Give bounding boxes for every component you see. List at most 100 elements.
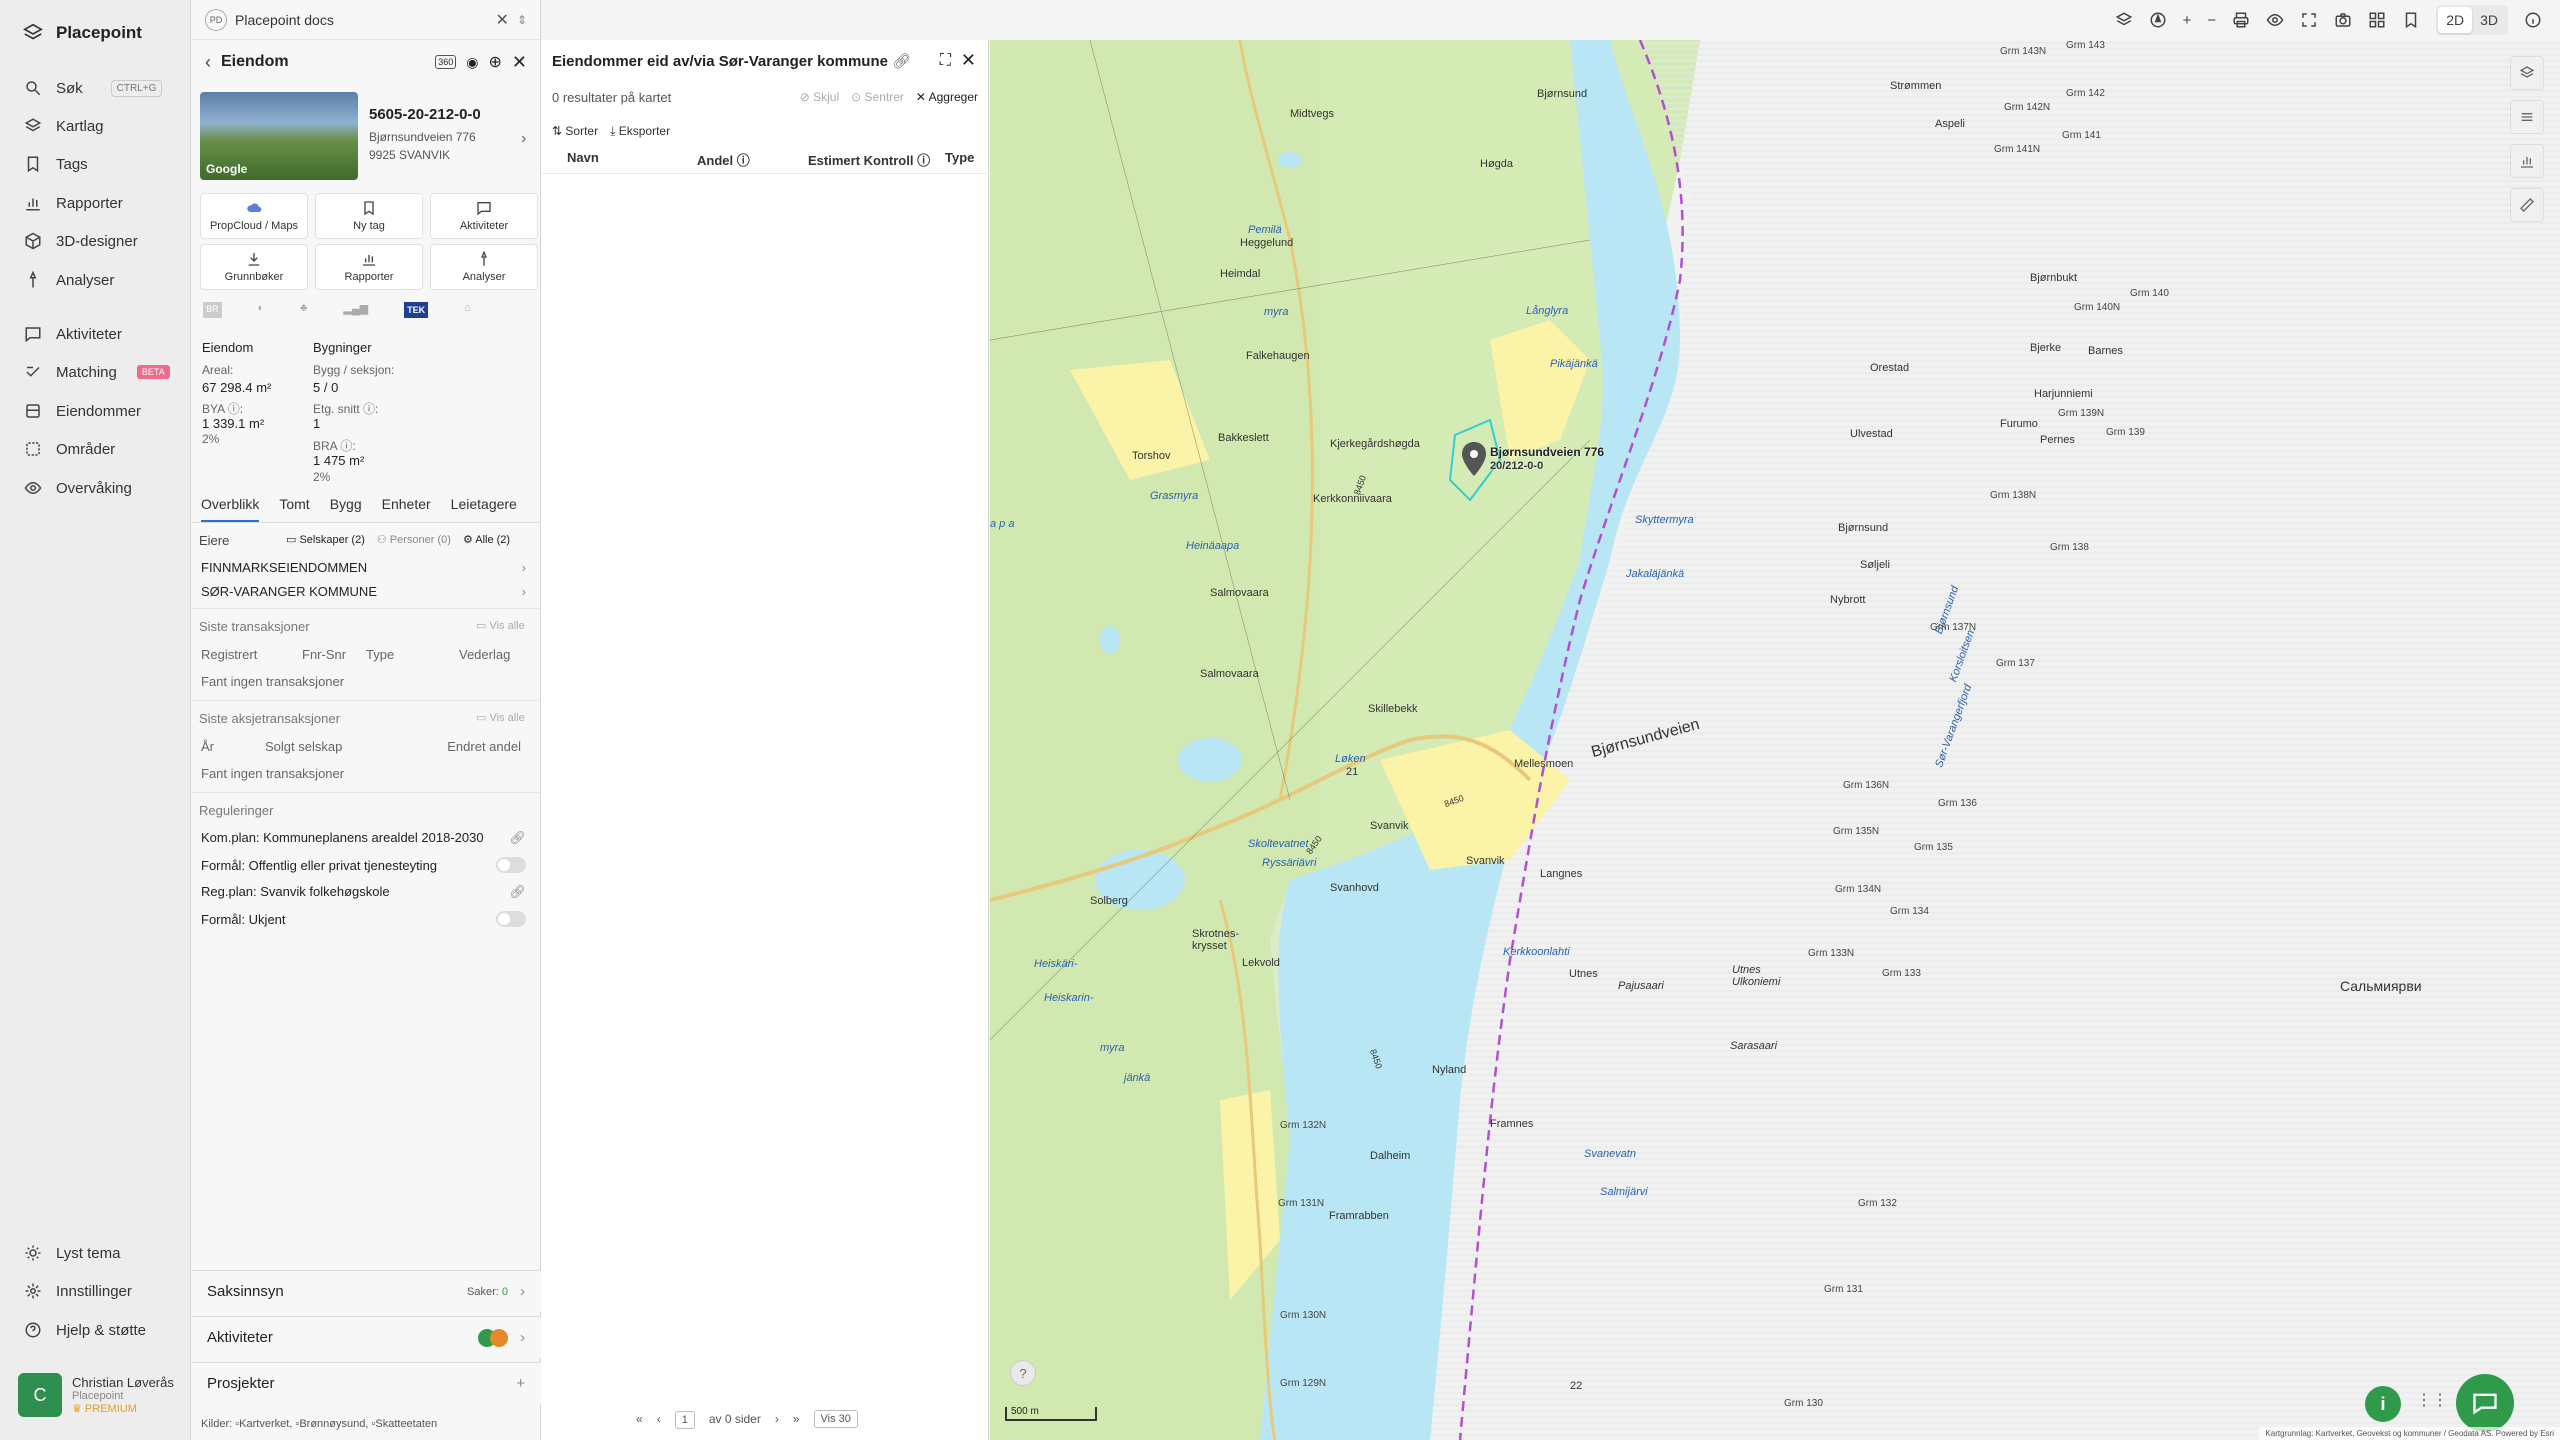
tab-leietagere[interactable]: Leietagere <box>451 496 517 522</box>
add-icon[interactable]: + <box>516 1375 525 1392</box>
link-icon[interactable]: 🔗︎ <box>509 884 526 900</box>
expand-tab-icon[interactable]: ⇕ <box>517 13 527 27</box>
regulation-row[interactable]: Kom.plan: Kommuneplanens arealdel 2018-2… <box>201 830 526 846</box>
nav-item-overvaking[interactable]: Overvåking <box>24 475 132 501</box>
fullscreen-icon[interactable] <box>2300 11 2318 29</box>
export-button[interactable]: ⤓ Eksporter <box>610 124 670 139</box>
filter-persons[interactable]: ⚇ Personer (0) <box>377 533 451 546</box>
mode-2d-button[interactable]: 2D <box>2438 7 2473 33</box>
first-page-icon[interactable]: « <box>636 1412 643 1426</box>
map-tool-filter[interactable] <box>2510 100 2544 134</box>
chevron-right-icon[interactable]: › <box>521 130 526 148</box>
grunnboker-button[interactable]: Grunnbøker <box>200 244 308 290</box>
map-tool-layers[interactable] <box>2510 56 2544 90</box>
last-page-icon[interactable]: » <box>793 1412 800 1426</box>
next-page-icon[interactable]: › <box>775 1412 779 1426</box>
new-tag-button[interactable]: Ny tag <box>315 193 423 239</box>
zoom-in-icon[interactable]: + <box>2183 12 2192 29</box>
signal-icon[interactable]: ▂▄▆ <box>343 302 368 318</box>
close-icon[interactable]: ✕ <box>512 52 527 73</box>
owner-row[interactable]: FINNMARKSEIENDOMMEN › <box>201 560 526 575</box>
aggregate-button[interactable]: ✕ Aggreger <box>916 90 978 104</box>
saksinnsyn-section[interactable]: Saksinnsyn Saker: 0 › <box>191 1270 541 1312</box>
nav-item-3d-designer[interactable]: 3D-designer <box>24 228 138 254</box>
bookmark-icon[interactable] <box>2402 11 2420 29</box>
aktiviteter-section[interactable]: Aktiviteter › <box>191 1316 541 1358</box>
transactions-show-all[interactable]: ▭ Vis alle <box>476 619 525 632</box>
close-icon[interactable]: ✕ <box>961 50 976 71</box>
owner-row[interactable]: SØR-VARANGER KOMMUNE › <box>201 584 526 599</box>
regulation-toggle[interactable] <box>496 857 526 873</box>
grid-icon[interactable] <box>2368 11 2386 29</box>
share-transactions-show-all[interactable]: ▭ Vis alle <box>476 711 525 724</box>
col-type[interactable]: Type <box>945 150 974 173</box>
mode-3d-button[interactable]: 3D <box>2472 7 2506 33</box>
info-icon[interactable] <box>2524 11 2542 29</box>
source-link[interactable]: ▫Brønnøysund, <box>295 1418 368 1430</box>
nav-item-omrader[interactable]: Områder <box>24 436 115 462</box>
watch-eye-icon[interactable]: ◉ <box>466 54 478 71</box>
tab-enheter[interactable]: Enheter <box>382 496 431 522</box>
source-link[interactable]: ▫Kartverket, <box>235 1418 292 1430</box>
analyses-button[interactable]: Analyser <box>430 244 538 290</box>
nav-item-settings[interactable]: Innstillinger <box>24 1278 132 1304</box>
nav-item-help[interactable]: Hjelp & støtte <box>24 1317 146 1343</box>
zoom-out-icon[interactable]: − <box>2207 12 2216 29</box>
tab-overblikk[interactable]: Overblikk <box>201 496 260 522</box>
filter-all[interactable]: ⚙ Alle (2) <box>463 533 510 546</box>
street-view-icon[interactable]: 360 <box>435 55 457 69</box>
center-button[interactable]: ⊙ Sentrer <box>851 90 904 104</box>
prev-page-icon[interactable]: ‹ <box>657 1412 661 1426</box>
chat-button[interactable] <box>2456 1374 2514 1432</box>
nav-item-matching[interactable]: Matching BETA <box>24 359 170 385</box>
map-canvas[interactable]: Bjørnsundveien 776 20/212-0-0 Bjørnsund … <box>990 40 2560 1440</box>
sort-button[interactable]: ⇅ Sorter <box>552 124 598 139</box>
map-tool-chart[interactable] <box>2510 144 2544 178</box>
tab-tomt[interactable]: Tomt <box>279 496 309 522</box>
add-icon[interactable]: ⊕ <box>489 52 502 72</box>
camera-icon[interactable] <box>2334 11 2352 29</box>
layers-icon[interactable] <box>2115 11 2133 29</box>
col-navn[interactable]: Navn <box>541 150 687 173</box>
source-br[interactable]: BR <box>203 302 222 318</box>
hide-button[interactable]: ⊘ Skjul <box>800 90 839 104</box>
fullscreen-icon[interactable]: ⛶ <box>940 52 951 70</box>
close-tab-icon[interactable]: ✕ <box>496 10 509 30</box>
back-icon[interactable]: ‹ <box>205 52 211 73</box>
user-profile[interactable]: C Christian Løverås Placepoint ♛ PREMIUM <box>18 1373 174 1417</box>
nav-item-analyser[interactable]: Analyser <box>24 267 114 293</box>
propcloud-button[interactable]: PropCloud / Maps <box>200 193 308 239</box>
col-andel[interactable]: Andel ⓘ <box>687 150 808 173</box>
activities-button[interactable]: Aktiviteter <box>430 193 538 239</box>
info-button[interactable]: i <box>2365 1386 2401 1422</box>
page-input[interactable]: 1 <box>674 1411 695 1429</box>
globe-icon[interactable]: ◐ <box>258 302 265 318</box>
nav-item-tags[interactable]: Tags <box>24 151 88 177</box>
source-link[interactable]: ▫Skatteetaten <box>371 1418 437 1430</box>
print-icon[interactable] <box>2232 11 2250 29</box>
nav-item-aktiviteter[interactable]: Aktiviteter <box>24 321 122 347</box>
apps-grid-icon[interactable]: ⋮⋮ <box>2416 1390 2448 1410</box>
col-estimert-kontroll[interactable]: Estimert Kontroll ⓘ <box>808 150 945 173</box>
compass-icon[interactable] <box>2149 11 2167 29</box>
reports-button[interactable]: Rapporter <box>315 244 423 290</box>
source-tek[interactable]: TEK <box>404 302 429 318</box>
eye-icon[interactable] <box>2266 11 2284 29</box>
link-icon[interactable]: 🔗︎ <box>509 830 526 846</box>
property-marker[interactable] <box>1462 442 1486 481</box>
per-page-select[interactable]: Vis 30 <box>813 1410 858 1428</box>
prosjekter-section[interactable]: Prosjekter + <box>191 1362 541 1404</box>
tree-icon[interactable]: ♣ <box>300 302 307 318</box>
map-help-button[interactable]: ? <box>1010 1360 1036 1386</box>
property-photo[interactable]: Google <box>200 92 358 180</box>
filter-companies[interactable]: ▭ Selskaper (2) <box>286 533 365 546</box>
nav-item-eiendommer[interactable]: Eiendommer <box>24 398 141 424</box>
regulation-row[interactable]: Reg.plan: Svanvik folkehøgskole 🔗︎ <box>201 884 526 900</box>
building-icon[interactable]: ⌂ <box>464 302 471 318</box>
regulation-toggle[interactable] <box>496 911 526 927</box>
nav-item-kartlag[interactable]: Kartlag <box>24 113 104 139</box>
tab-bygg[interactable]: Bygg <box>330 496 362 522</box>
brand[interactable]: Placepoint <box>22 18 142 48</box>
nav-item-light-theme[interactable]: Lyst tema <box>24 1240 120 1266</box>
document-tab[interactable]: PD Placepoint docs ✕ ⇕ <box>191 0 541 40</box>
